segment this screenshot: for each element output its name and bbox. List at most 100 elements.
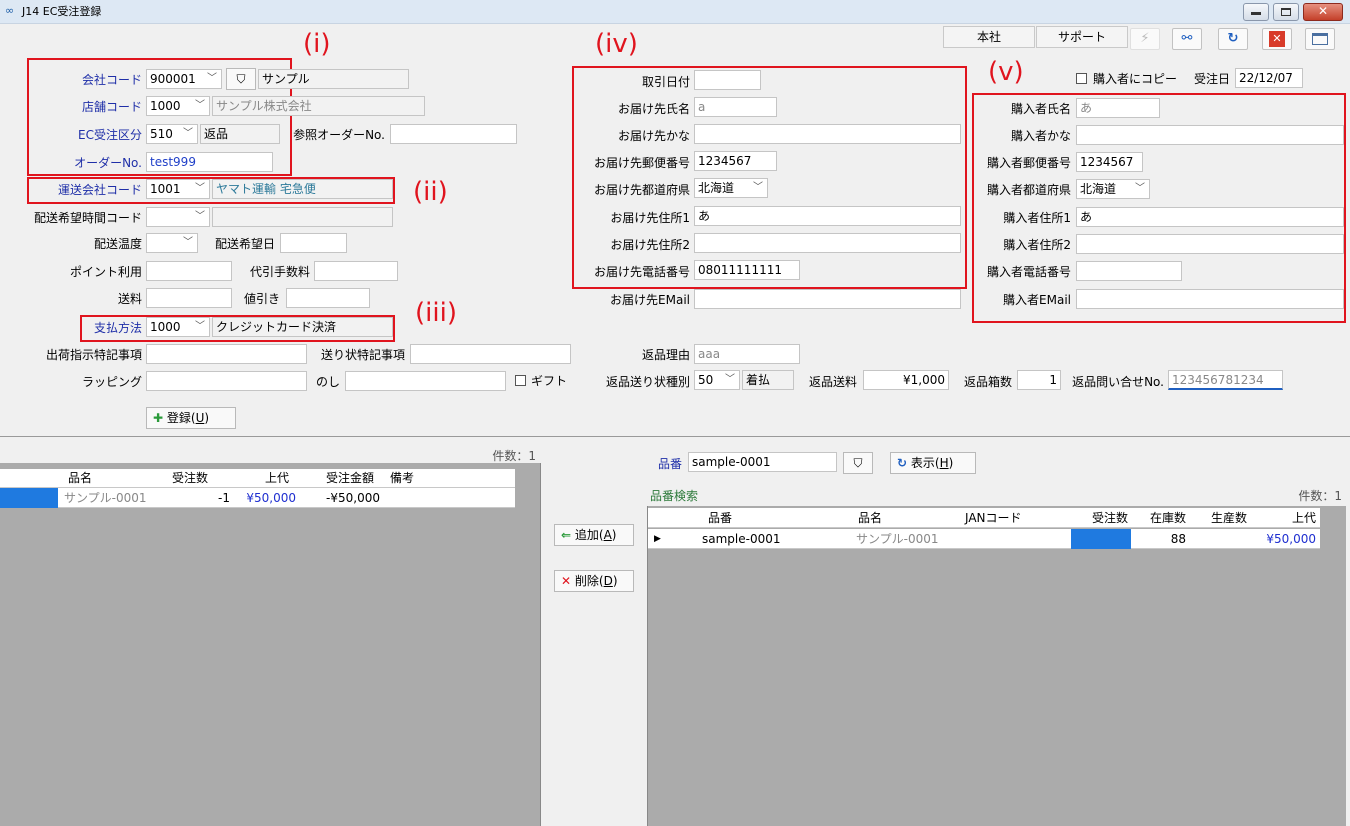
search-col-code: 品番 [708,511,733,525]
store-code-select[interactable]: 1000 ﹀ [146,96,210,116]
carrier-name-field: ヤマト運輸 宅急便 [212,179,393,199]
gift-checkbox[interactable] [515,375,526,386]
window-button[interactable] [1305,28,1335,50]
company-code-select[interactable]: 900001 ﹀ [146,69,222,89]
search-row-qty-cell[interactable] [1071,529,1131,549]
delivery-name-input[interactable]: a [694,97,777,117]
add-button[interactable]: ⇐ 追加(A) [554,524,634,546]
delivery-time-name-field [212,207,393,227]
return-reason-input[interactable]: aaa [694,344,800,364]
refresh-icon: ↻ [897,456,908,470]
delivery-addr2-label: お届け先住所2 [610,238,690,252]
buyer-email-input[interactable] [1076,289,1344,309]
ec-type-select[interactable]: 510 ﹀ [146,124,198,144]
delivery-date-input[interactable] [280,233,347,253]
refresh-button[interactable]: ↻ [1218,28,1248,50]
delivery-time-select[interactable]: ﹀ [146,207,210,227]
store-code-label: 店舗コード [81,100,142,114]
carrier-code-select[interactable]: 1001 ﹀ [146,179,210,199]
annotation-iii: (iii) [415,298,457,328]
delete-key: D [603,574,613,588]
buyer-zip-input[interactable]: 1234567 [1076,152,1143,172]
order-date-label: 受注日 [1193,72,1230,86]
link-icon: ⚯ [1181,31,1193,46]
search-code-input[interactable]: sample-0001 [688,452,837,472]
minimize-button[interactable] [1243,3,1269,21]
return-reason-label: 返品理由 [641,348,690,362]
company-name-field: サンプル [258,69,409,89]
ship-note-input[interactable] [146,344,307,364]
delete-button[interactable]: ✕ 削除(D) [554,570,634,592]
delivery-pref-select[interactable]: 北海道 ﹀ [694,178,768,198]
slip-note-input[interactable] [410,344,571,364]
delivery-date-label: 配送希望日 [214,237,275,251]
company-search-button[interactable]: ⛉ [226,68,256,90]
cod-fee-input[interactable] [314,261,398,281]
tab-support[interactable]: サポート [1036,26,1128,48]
delivery-zip-input[interactable]: 1234567 [694,151,777,171]
tab-honsha[interactable]: 本社 [943,26,1035,48]
register-button[interactable]: ✚ 登録(U) [146,407,236,429]
delivery-addr1-input[interactable]: あ [694,206,961,226]
carrier-code-value: 1001 [150,182,181,196]
delivery-addr2-input[interactable] [694,233,961,253]
buyer-addr1-input[interactable]: あ [1076,207,1344,227]
return-fee-label: 返品送料 [808,375,857,389]
search-row-stock: 88 [1170,532,1186,546]
payment-select[interactable]: 1000 ﹀ [146,317,210,337]
return-inquiry-input[interactable]: 123456781234 [1168,370,1283,390]
order-date-input[interactable]: 22/12/07 [1235,68,1303,88]
carrier-code-label: 運送会社コード [57,183,142,197]
buyer-name-input[interactable]: あ [1076,98,1160,118]
search-col-qty: 受注数 [1091,511,1128,525]
shipping-fee-input[interactable] [146,288,232,308]
buyer-kana-input[interactable] [1076,125,1344,145]
show-button[interactable]: ↻ 表示(H) [890,452,976,474]
show-key: H [939,456,949,470]
discount-input[interactable] [286,288,370,308]
slip-note-label: 送り状特記事項 [320,348,405,362]
register-close: ) [204,411,210,425]
copy-to-buyer-checkbox[interactable] [1076,73,1087,84]
buyer-kana-label: 購入者かな [1010,129,1071,143]
arrow-left-icon: ⇐ [561,528,572,542]
buyer-phone-input[interactable] [1076,261,1182,281]
window-close-button[interactable]: ✕ [1303,3,1343,21]
return-boxes-input[interactable]: 1 [1017,370,1061,390]
return-fee-input[interactable]: ¥1,000 [863,370,949,390]
buyer-addr2-input[interactable] [1076,234,1344,254]
chevron-down-icon: ﹀ [1135,183,1145,194]
row-selector[interactable] [0,488,58,508]
lightning-button[interactable]: ⚡ [1130,28,1160,50]
delivery-phone-input[interactable]: 08011111111 [694,260,800,280]
order-col-amount: 受注金額 [326,471,375,485]
buyer-pref-select[interactable]: 北海道 ﹀ [1076,179,1150,199]
noshi-input[interactable] [345,371,506,391]
x-mark-icon: ✕ [561,574,572,588]
return-slip-type-select[interactable]: 50 ﹀ [694,370,740,390]
annotation-iv: (iv) [595,29,638,59]
ref-order-input[interactable] [390,124,517,144]
close-form-button[interactable]: ✕ [1262,28,1292,50]
delivery-addr1-label: お届け先住所1 [610,211,690,225]
delivery-kana-input[interactable] [694,124,961,144]
delivery-temp-select[interactable]: ﹀ [146,233,198,253]
maximize-button[interactable] [1273,3,1299,21]
ec-type-label: EC受注区分 [78,128,142,142]
delivery-time-label: 配送希望時間コード [33,211,142,225]
search-binoculars-button[interactable]: ⛉ [843,452,873,474]
wrapping-input[interactable] [146,371,307,391]
delivery-temp-label: 配送温度 [93,237,142,251]
link-button[interactable]: ⚯ [1172,28,1202,50]
order-no-input[interactable]: test999 [146,152,273,172]
discount-label: 値引き [243,292,280,306]
delivery-email-input[interactable] [694,289,961,309]
payment-code-value: 1000 [150,320,181,334]
annotation-i: (i) [303,29,331,59]
store-name-field: サンプル株式会社 [212,96,425,116]
points-input[interactable] [146,261,232,281]
delivery-zip-label: お届け先郵便番号 [593,156,690,170]
search-grid [647,506,1346,826]
trade-date-input[interactable] [694,70,761,90]
search-col-prod: 生産数 [1210,511,1247,525]
